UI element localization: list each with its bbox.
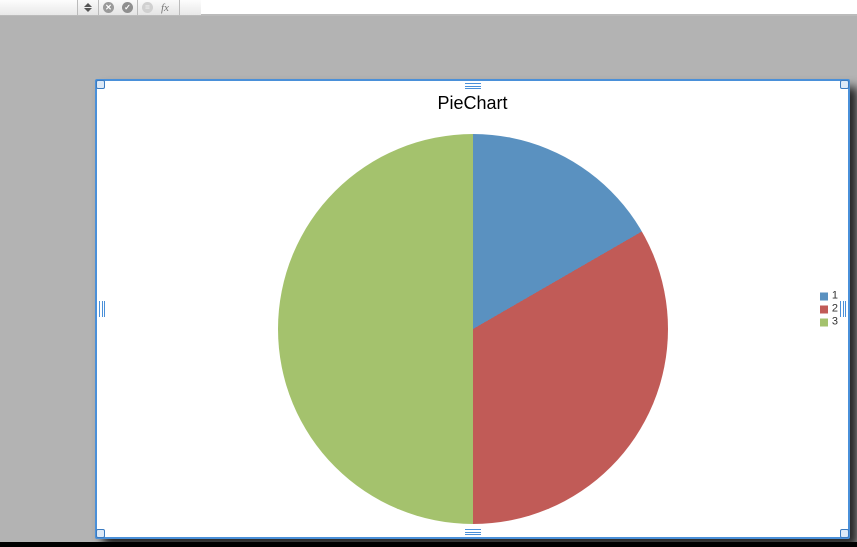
workspace: PieChart 1 2 3	[0, 16, 857, 547]
chart-object[interactable]: PieChart 1 2 3	[95, 79, 850, 539]
resize-handle-br[interactable]	[840, 529, 849, 538]
formula-toolbar: ✕ ✓ = fx	[77, 0, 180, 16]
resize-handle-tr[interactable]	[840, 80, 849, 89]
pie-chart[interactable]	[278, 134, 668, 524]
bottom-shadow	[0, 542, 857, 547]
accept-button[interactable]: ✓	[118, 0, 137, 15]
legend-label: 3	[832, 317, 838, 328]
legend-item[interactable]: 1	[820, 291, 838, 302]
cancel-icon: ✕	[103, 2, 114, 13]
legend-label: 2	[832, 304, 838, 315]
resize-handle-tl[interactable]	[96, 80, 105, 89]
legend-swatch	[820, 318, 828, 326]
cancel-button[interactable]: ✕	[99, 0, 118, 15]
legend-item[interactable]: 3	[820, 317, 838, 328]
resize-handle-bl[interactable]	[96, 529, 105, 538]
fx-button[interactable]: fx	[157, 0, 179, 15]
legend-label: 1	[832, 291, 838, 302]
equals-button[interactable]: =	[138, 0, 157, 15]
check-icon: ✓	[122, 2, 133, 13]
chart-title: PieChart	[97, 93, 848, 114]
legend-item[interactable]: 2	[820, 304, 838, 315]
legend-swatch	[820, 292, 828, 300]
resize-handle-bottom[interactable]	[465, 529, 481, 535]
resize-handle-top[interactable]	[465, 83, 481, 89]
fx-label: fx	[161, 2, 175, 14]
legend: 1 2 3	[820, 289, 838, 330]
equals-icon: =	[142, 2, 153, 13]
legend-swatch	[820, 305, 828, 313]
name-box-spinner[interactable]	[78, 0, 98, 15]
pie-area	[97, 131, 848, 527]
formula-input[interactable]	[201, 0, 857, 15]
